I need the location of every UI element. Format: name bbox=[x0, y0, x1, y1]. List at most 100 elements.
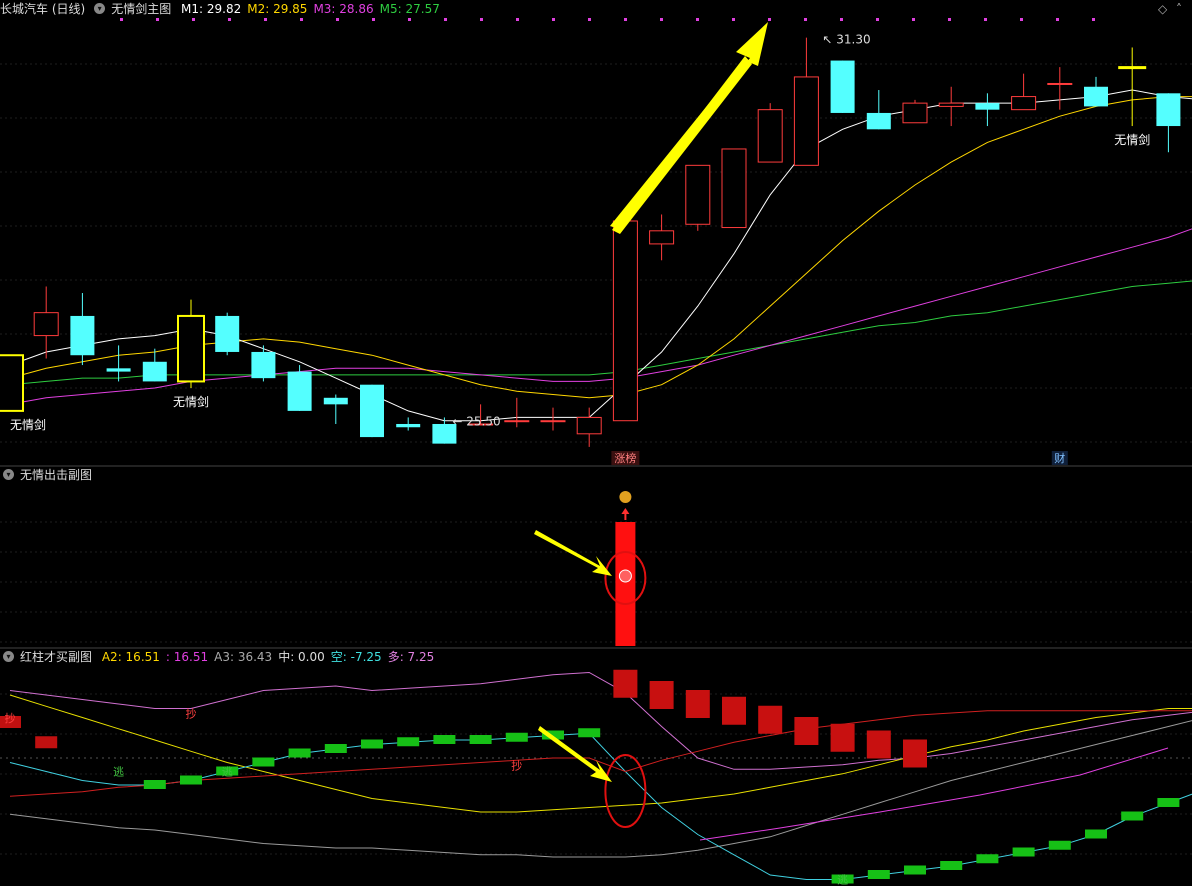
signal-dot bbox=[480, 18, 483, 21]
signal-dot bbox=[948, 18, 951, 21]
candle-body-down bbox=[251, 351, 276, 379]
signal-dot bbox=[1056, 18, 1059, 21]
legend-item-0: M1: 29.82 bbox=[181, 2, 242, 16]
sub2-panel-header: ▾ 红柱才买副图 A2: 16.51 : 16.51 A3: 36.43 中: 0.00… bbox=[0, 648, 446, 666]
highlight-circle bbox=[604, 754, 647, 828]
low-label: ← 25.50 bbox=[452, 414, 500, 428]
diamond-icon[interactable]: ◇ bbox=[1158, 2, 1167, 16]
marker-tao: 逃 bbox=[837, 874, 848, 886]
duo-line bbox=[699, 747, 1169, 841]
green-block bbox=[1012, 847, 1035, 857]
candle-body-up bbox=[721, 148, 747, 229]
signal-label: 无情剑 bbox=[10, 417, 46, 432]
high-label: ↖ 31.30 bbox=[822, 33, 870, 47]
sub2-legend: A2: 16.51: 16.51 A3: 36.43 中: 0.00 空: -7.25… bbox=[102, 650, 440, 664]
marker-chao: 抄 bbox=[5, 711, 16, 725]
green-block bbox=[143, 780, 166, 789]
green-block bbox=[1157, 798, 1180, 807]
signal-dot bbox=[696, 18, 699, 21]
legend-item-5: 多: 7.25 bbox=[387, 650, 435, 664]
legend-item-3: M5: 27.57 bbox=[379, 2, 440, 16]
candle-body-down bbox=[142, 361, 167, 382]
marker-chao: 抄 bbox=[511, 758, 522, 772]
money-bag-icon bbox=[619, 491, 632, 503]
signal-dot bbox=[264, 18, 267, 21]
candle-body-down bbox=[215, 315, 240, 352]
green-block bbox=[1085, 829, 1107, 839]
signal-dot bbox=[624, 18, 627, 21]
signal-dot bbox=[444, 18, 447, 21]
signal-dot bbox=[876, 18, 879, 21]
signal-dot bbox=[372, 18, 375, 21]
red-block bbox=[649, 681, 674, 709]
signal-dot bbox=[732, 18, 735, 21]
green-block bbox=[505, 732, 528, 742]
legend-item-3: 中: 0.00 bbox=[278, 650, 325, 664]
signal-dot bbox=[552, 18, 555, 21]
chevron-down-icon[interactable]: ▾ bbox=[3, 651, 14, 662]
green-block bbox=[867, 870, 890, 879]
candle-body-up bbox=[938, 102, 964, 107]
legend-item-2: M3: 28.86 bbox=[313, 2, 374, 16]
candle-body-down bbox=[106, 368, 131, 372]
signal-dot bbox=[588, 18, 591, 21]
signal-dot bbox=[228, 18, 231, 21]
candle-body-up bbox=[649, 230, 675, 245]
candle-body-up bbox=[1011, 96, 1037, 111]
event-tag-cai: 财 bbox=[1054, 451, 1065, 465]
candlestick-chart: 无情剑无情剑无情剑↖ 31.30← 25.50涨榜 财抄 抄抄逃 逃逃 bbox=[0, 18, 1192, 886]
green-block bbox=[578, 728, 601, 738]
green-block bbox=[940, 861, 963, 870]
event-tag-zhangbang: 涨榜 bbox=[614, 451, 636, 465]
legend-item-1: : 16.51 bbox=[165, 650, 209, 664]
chevron-up-icon[interactable]: ˄ bbox=[1176, 2, 1182, 16]
green-block bbox=[180, 775, 202, 785]
signal-dot bbox=[804, 18, 807, 21]
candle-body-down bbox=[396, 423, 421, 428]
candle-body-down bbox=[287, 371, 312, 411]
candle-body-signal bbox=[1118, 66, 1147, 70]
chevron-down-icon[interactable]: ▾ bbox=[94, 3, 106, 14]
legend-item-0: A2: 16.51 bbox=[101, 650, 160, 664]
candle-body-up bbox=[793, 76, 819, 166]
candle-body-down bbox=[975, 103, 1000, 110]
marker-tao: 逃 bbox=[222, 766, 233, 779]
candle-body-up bbox=[902, 102, 928, 124]
green-block bbox=[433, 735, 456, 744]
signal-dot bbox=[156, 18, 159, 21]
red-block bbox=[830, 723, 855, 752]
green-block bbox=[469, 735, 492, 744]
signal-dot bbox=[768, 18, 771, 21]
annotation-arrow bbox=[534, 530, 612, 576]
sub2-title[interactable]: 红柱才买副图 bbox=[20, 650, 92, 664]
candle-body-down bbox=[70, 315, 95, 356]
sub1-title[interactable]: 无情出击副图 bbox=[20, 468, 92, 482]
pink-line bbox=[9, 671, 1192, 770]
sub1-panel-header: ▾ 无情出击副图 bbox=[0, 466, 98, 484]
main-panel-header: 长城汽车 (日线) ▾ 无情剑主图 M1: 29.82 M2: 29.85 M3: 28… bbox=[0, 0, 452, 18]
signal-label: 无情剑 bbox=[1114, 132, 1150, 147]
signal-dot bbox=[1020, 18, 1023, 21]
candle-body-down bbox=[830, 60, 855, 113]
legend-item-2: A3: 36.43 bbox=[214, 650, 273, 664]
green-block bbox=[397, 737, 420, 747]
signal-red-bar bbox=[615, 522, 636, 646]
signal-dot bbox=[660, 18, 663, 21]
green-block bbox=[1121, 811, 1144, 821]
signal-dot bbox=[300, 18, 303, 21]
signal-dot bbox=[336, 18, 339, 21]
chevron-down-icon[interactable]: ▾ bbox=[3, 469, 14, 480]
candle-body-signal bbox=[177, 314, 205, 383]
candle-body-up bbox=[1047, 82, 1073, 85]
green-block bbox=[976, 854, 999, 864]
red-block bbox=[866, 730, 891, 759]
main-legend: M1: 29.82 M2: 29.85 M3: 28.86 M5: 27.57 bbox=[181, 2, 446, 16]
indicator-name[interactable]: 无情剑主图 bbox=[111, 2, 171, 16]
candle-body-up bbox=[612, 220, 638, 422]
signal-dot bbox=[1092, 18, 1095, 21]
candle-body-up bbox=[576, 416, 602, 435]
signal-dot bbox=[120, 18, 123, 21]
signal-dot bbox=[912, 18, 915, 21]
stock-name[interactable]: 长城汽车 (日线) bbox=[0, 2, 85, 16]
candle-body-down bbox=[1156, 93, 1181, 127]
